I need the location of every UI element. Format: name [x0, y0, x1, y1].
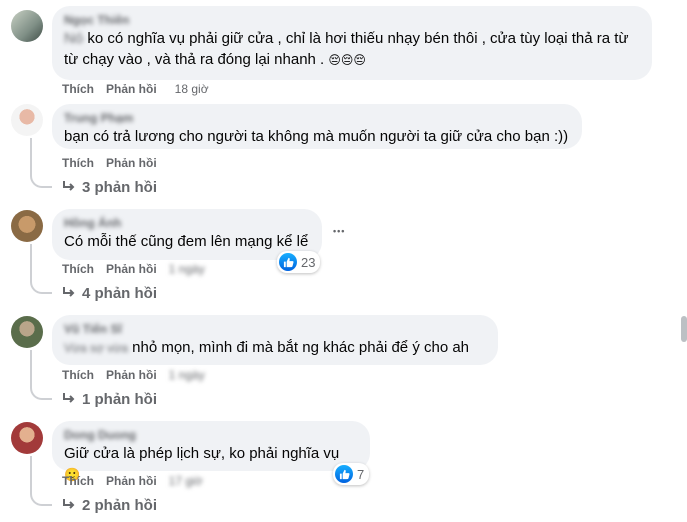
view-replies-link[interactable]: 3 phản hồi [62, 179, 157, 196]
timestamp[interactable]: 17 giờ [169, 474, 203, 488]
timestamp[interactable]: 1 ngày [169, 368, 205, 382]
reply-arrow-icon [62, 285, 76, 302]
comment-actions: Thích Phản hồi 1 ngày [62, 262, 205, 276]
thread-line [30, 138, 32, 174]
reaction-count: 7 [357, 466, 365, 482]
like-button[interactable]: Thích [62, 156, 94, 170]
comment-author[interactable]: Hồng Ánh [64, 216, 310, 231]
thread-curve [30, 492, 52, 506]
comment-body: nhỏ mọn, mình đi mà bắt ng khác phải để … [132, 339, 470, 356]
more-icon[interactable]: ••• [333, 226, 345, 236]
comment-author[interactable]: Vũ Tiến Sĩ [64, 322, 486, 337]
reaction-badge[interactable]: 7 [333, 463, 370, 485]
timestamp[interactable]: 18 giờ [175, 82, 209, 96]
like-icon [335, 465, 353, 483]
reply-arrow-icon [62, 391, 76, 408]
scrollbar[interactable] [681, 316, 687, 342]
reply-button[interactable]: Phản hồi [106, 474, 157, 488]
like-button[interactable]: Thích [62, 82, 94, 96]
view-replies-link[interactable]: 1 phản hồi [62, 391, 157, 408]
avatar[interactable] [11, 316, 43, 348]
replies-count: 3 phản hồi [82, 179, 157, 196]
reply-button[interactable]: Phản hồi [106, 368, 157, 382]
comment-text: Vừa sợ vừa nhỏ mọn, mình đi mà bắt ng kh… [64, 337, 486, 359]
comment-bubble: Dong Duong Giữ cửa là phép lịch sự, ko p… [52, 421, 370, 482]
comment-actions: Thích Phản hồi [62, 156, 157, 170]
blurred-mention[interactable]: Nó [64, 30, 83, 47]
like-button[interactable]: Thích [62, 262, 94, 276]
thread-curve [30, 386, 52, 400]
view-replies-link[interactable]: 4 phản hồi [62, 285, 157, 302]
avatar[interactable] [11, 104, 43, 136]
emoji: 😔😔😔 [328, 53, 366, 67]
reply-button[interactable]: Phản hồi [106, 262, 157, 276]
reaction-badge[interactable]: 23 [277, 251, 321, 273]
thread-line [30, 456, 32, 492]
reaction-count: 23 [301, 254, 316, 270]
comment-body: Có mỗi thế cũng đem lên mạng kể lể [64, 233, 309, 250]
comment-body: bạn có trả lương cho người ta không mà m… [64, 128, 569, 145]
avatar[interactable] [11, 422, 43, 454]
comment-author[interactable]: Trung Phạm [64, 111, 570, 126]
comment-author[interactable]: Dong Duong [64, 428, 358, 443]
like-button[interactable]: Thích [62, 474, 94, 488]
comment-actions: Thích Phản hồi 18 giờ [62, 82, 209, 96]
comment-text: Nó ko có nghĩa vụ phải giữ cửa , chỉ là … [64, 28, 640, 71]
thread-curve [30, 174, 52, 188]
comment-body: Giữ cửa là phép lịch sự, ko phải nghĩa v… [64, 445, 340, 462]
comment-bubble: Trung Phạm bạn có trả lương cho người ta… [52, 104, 582, 149]
comment-actions: Thích Phản hồi 1 ngày [62, 368, 205, 382]
like-button[interactable]: Thích [62, 368, 94, 382]
like-icon [279, 253, 297, 271]
thread-curve [30, 280, 52, 294]
reply-arrow-icon [62, 497, 76, 514]
blurred-mention[interactable]: Vừa sợ vừa [64, 341, 128, 355]
timestamp[interactable]: 1 ngày [169, 262, 205, 276]
reply-button[interactable]: Phản hồi [106, 156, 157, 170]
thread-line [30, 350, 32, 386]
comment-bubble: Vũ Tiến Sĩ Vừa sợ vừa nhỏ mọn, mình đi m… [52, 315, 498, 365]
view-replies-link[interactable]: 2 phản hồi [62, 497, 157, 514]
thread-line [30, 244, 32, 280]
avatar[interactable] [11, 10, 43, 42]
comment-bubble: Ngọc Thiên Nó ko có nghĩa vụ phải giữ cử… [52, 6, 652, 80]
replies-count: 1 phản hồi [82, 391, 157, 408]
reply-button[interactable]: Phản hồi [106, 82, 157, 96]
comment-author[interactable]: Ngọc Thiên [64, 13, 640, 28]
reply-arrow-icon [62, 179, 76, 196]
replies-count: 2 phản hồi [82, 497, 157, 514]
avatar[interactable] [11, 210, 43, 242]
comment-actions: Thích Phản hồi 17 giờ [62, 474, 203, 488]
replies-count: 4 phản hồi [82, 285, 157, 302]
